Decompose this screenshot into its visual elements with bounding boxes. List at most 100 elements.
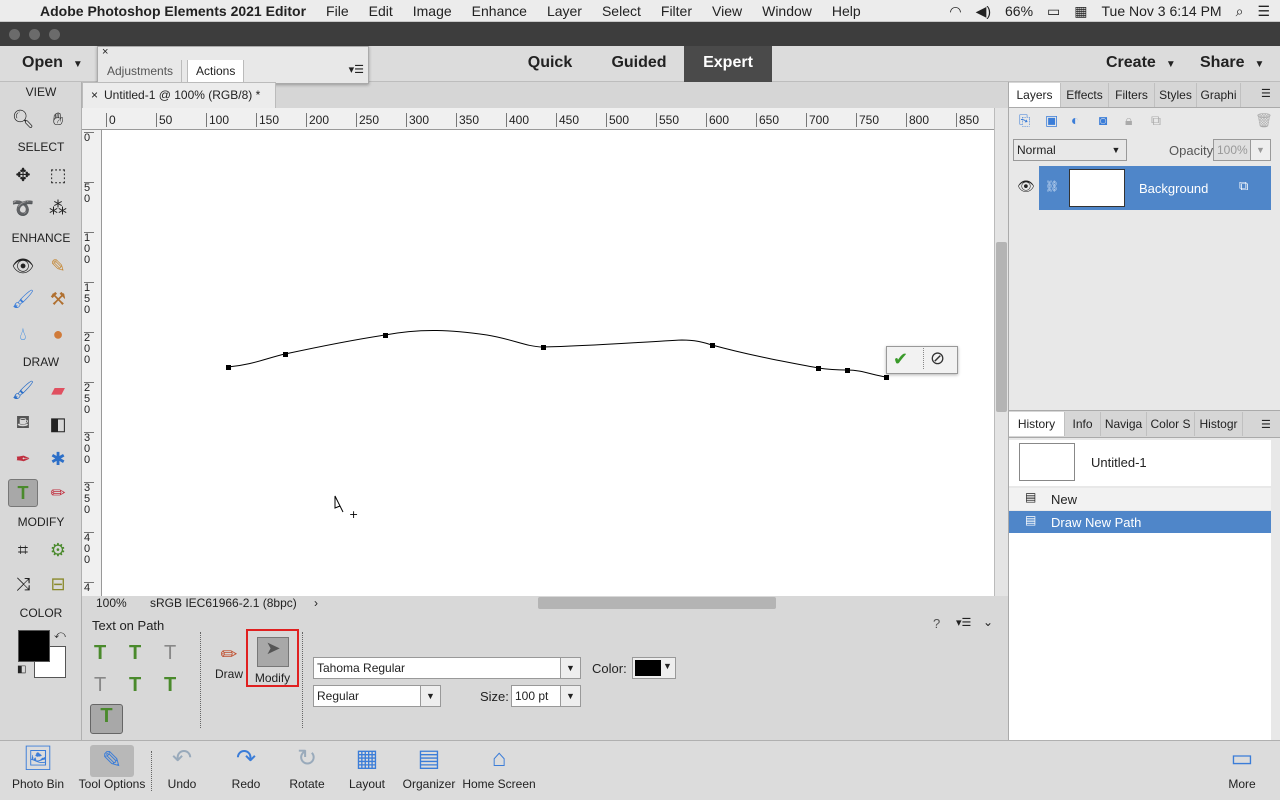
tab-filters[interactable]: Filters — [1109, 83, 1155, 107]
tab-styles[interactable]: Styles — [1155, 83, 1197, 107]
zoom-window-button[interactable] — [49, 29, 60, 40]
custom-shape-tool-icon[interactable]: ✱ — [43, 445, 73, 473]
menu-image[interactable]: Image — [413, 3, 452, 19]
app-name[interactable]: Adobe Photoshop Elements 2021 Editor — [40, 3, 306, 19]
clock[interactable]: Tue Nov 3 6:14 PM — [1102, 3, 1222, 19]
tab-navigator[interactable]: Naviga — [1101, 412, 1147, 436]
move-tool-icon[interactable]: ✥ — [8, 161, 38, 189]
vertical-type-tool-icon[interactable]: T — [129, 642, 141, 665]
crop-tool-icon[interactable]: ⌗ — [8, 536, 38, 564]
document-canvas[interactable]: + ✔ ⊘ — [102, 130, 994, 596]
notification-center-icon[interactable]: ☰ — [1257, 3, 1270, 20]
menu-view[interactable]: View — [712, 3, 742, 19]
lock-all-icon[interactable]: ⧉ — [1151, 112, 1161, 129]
panel-menu-icon[interactable]: ☰ — [1261, 418, 1271, 431]
text-on-selection-icon[interactable]: T — [129, 674, 141, 697]
volume-icon[interactable]: ◀) — [976, 3, 991, 20]
tab-info[interactable]: Info — [1065, 412, 1101, 436]
close-icon[interactable]: × — [102, 46, 108, 58]
history-snapshot-row[interactable]: Untitled-1 — [1009, 440, 1271, 486]
text-on-path-icon[interactable]: T — [90, 704, 123, 734]
tab-expert[interactable]: Expert — [684, 46, 772, 82]
layer-row-background[interactable]: 👁︎ ⛓︎ Background ⧉ — [1009, 166, 1280, 210]
anchor-point[interactable] — [710, 343, 715, 348]
layer-mask-icon[interactable]: ◙ — [1099, 112, 1107, 128]
gradient-tool-icon[interactable]: ◧ — [43, 410, 73, 438]
menu-edit[interactable]: Edit — [369, 3, 393, 19]
default-colors-icon[interactable]: ◧ — [17, 664, 26, 675]
eraser-tool-icon[interactable]: ▰ — [43, 376, 73, 404]
more-button[interactable]: ▭ More — [1218, 741, 1266, 800]
trash-icon[interactable]: 🗑︎ — [1255, 112, 1273, 129]
zoom-tool-icon[interactable]: 🔍︎ — [8, 105, 38, 133]
tab-color-swatches[interactable]: Color S — [1147, 412, 1195, 436]
drawn-path[interactable] — [227, 329, 887, 378]
tab-graphics[interactable]: Graphi — [1197, 83, 1241, 107]
anchor-point[interactable] — [383, 333, 388, 338]
tool-options-button[interactable]: ✎ Tool Options — [76, 741, 148, 800]
menu-filter[interactable]: Filter — [661, 3, 692, 19]
lock-icon[interactable]: 🔒︎ — [1125, 112, 1132, 129]
minimize-window-button[interactable] — [29, 29, 40, 40]
tab-history[interactable]: History — [1009, 412, 1065, 436]
close-window-button[interactable] — [9, 29, 20, 40]
straighten-tool-icon[interactable]: ⊟ — [43, 570, 73, 598]
close-icon[interactable]: × — [91, 88, 98, 102]
tab-effects[interactable]: Effects — [1061, 83, 1109, 107]
tab-quick[interactable]: Quick — [512, 46, 588, 82]
font-style-select[interactable]: Regular ▼ — [313, 685, 441, 707]
visibility-eye-icon[interactable]: 👁︎ — [1017, 178, 1035, 195]
sponge-tool-icon[interactable]: ● — [43, 320, 73, 348]
horizontal-scroll-thumb[interactable] — [538, 597, 776, 609]
anchor-point[interactable] — [845, 368, 850, 373]
spotlight-icon[interactable]: ⌕ — [1236, 3, 1244, 20]
menu-file[interactable]: File — [326, 3, 349, 19]
horizontal-type-mask-icon[interactable]: T — [164, 642, 176, 665]
layout-button[interactable]: ▦ Layout — [343, 741, 391, 800]
history-item[interactable]: ▤ New — [1009, 488, 1271, 510]
brush-tool-icon[interactable]: 🖌︎ — [8, 376, 38, 404]
magic-wand-tool-icon[interactable]: ⁂ — [43, 194, 73, 222]
zoom-level[interactable]: 100% — [96, 596, 127, 610]
undo-button[interactable]: ↶ Undo — [158, 741, 206, 800]
draw-path-button[interactable]: ✏︎ Draw — [212, 642, 246, 681]
menu-enhance[interactable]: Enhance — [472, 3, 527, 19]
swap-colors-icon[interactable]: ⤺ — [54, 629, 66, 642]
menu-select[interactable]: Select — [602, 3, 641, 19]
panel-menu-icon[interactable]: ▾☰ — [349, 63, 364, 76]
anchor-point[interactable] — [541, 345, 546, 350]
tab-histogram[interactable]: Histogr — [1195, 412, 1243, 436]
anchor-point[interactable] — [283, 352, 288, 357]
vertical-scrollbar[interactable] — [994, 108, 1008, 596]
open-button[interactable]: Open ▼ — [22, 46, 83, 82]
document-tab[interactable]: × Untitled-1 @ 100% (RGB/8) * — [82, 82, 276, 108]
share-button[interactable]: Share ▼ — [1200, 46, 1264, 82]
wifi-icon[interactable]: ◠ — [949, 3, 961, 20]
create-button[interactable]: Create ▼ — [1106, 46, 1176, 82]
font-family-select[interactable]: Tahoma Regular ▼ — [313, 657, 581, 679]
help-icon[interactable]: ? — [933, 616, 940, 631]
tab-layers[interactable]: Layers — [1009, 83, 1061, 107]
vertical-type-mask-icon[interactable]: T — [94, 674, 106, 697]
layer-name[interactable]: Background — [1139, 181, 1208, 196]
options-menu-icon[interactable]: ▾☰ — [956, 616, 971, 629]
blur-tool-icon[interactable]: 💧︎ — [8, 320, 38, 348]
menu-help[interactable]: Help — [832, 3, 861, 19]
font-size-field[interactable]: 100 pt ▼ — [511, 685, 581, 707]
battery-icon[interactable]: ▭ — [1047, 3, 1060, 20]
battery-percent[interactable]: 66% — [1005, 3, 1033, 19]
lasso-tool-icon[interactable]: ➰ — [8, 194, 38, 222]
red-eye-tool-icon[interactable]: 👁︎ — [8, 252, 38, 280]
organizer-button[interactable]: ▤ Organizer — [399, 741, 459, 800]
history-item-selected[interactable]: ▤ Draw New Path — [1009, 511, 1271, 533]
redo-button[interactable]: ↷ Redo — [222, 741, 270, 800]
panel-menu-icon[interactable]: ☰ — [1261, 87, 1271, 100]
modify-path-button[interactable]: ➤ Modify — [246, 629, 299, 687]
tab-guided[interactable]: Guided — [596, 46, 682, 82]
hand-tool-icon[interactable]: ✋︎ — [43, 105, 73, 133]
opacity-field[interactable]: 100% ▼ — [1213, 139, 1271, 161]
marquee-tool-icon[interactable]: ⬚ — [43, 161, 73, 189]
text-color-picker[interactable]: ▼ — [632, 657, 676, 679]
collapse-chevron-icon[interactable]: ⌄ — [983, 615, 993, 629]
cancel-icon[interactable]: ⊘ — [923, 348, 945, 369]
